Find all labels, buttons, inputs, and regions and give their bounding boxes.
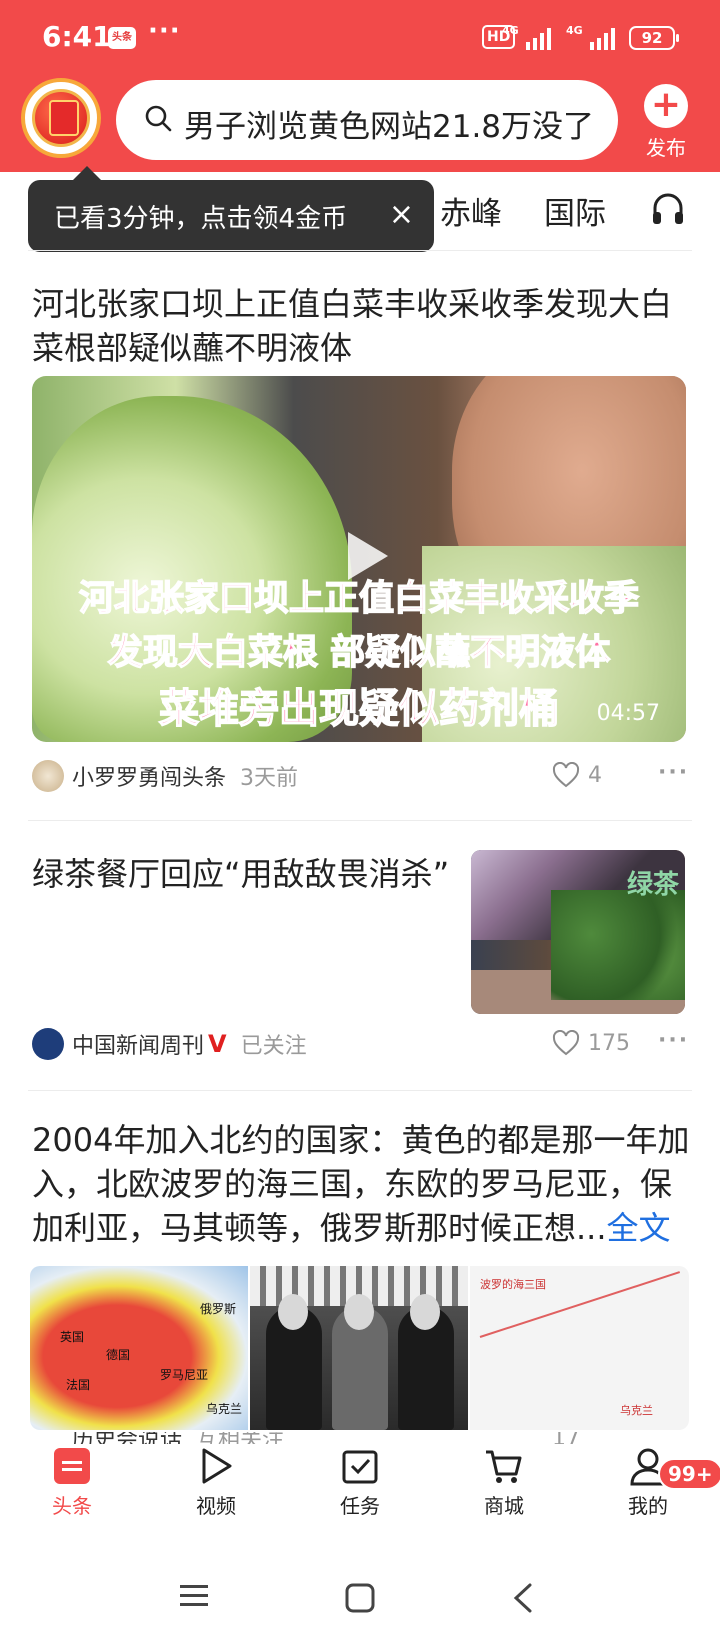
article-title[interactable]: 河北张家口坝上正值白菜丰收采收季发现大白菜根部疑似蘸不明液体 (32, 282, 696, 370)
article-meta: 小罗罗勇闯头条 3天前 (32, 756, 298, 796)
like-button[interactable]: 17 (552, 1432, 580, 1444)
cart-icon (486, 1450, 522, 1483)
video-duration: 04:57 (596, 701, 660, 726)
headphone-icon[interactable] (650, 190, 686, 226)
like-count: 175 (588, 1030, 630, 1056)
article-title[interactable]: 2004年加入北约的国家：黄色的都是那一年加入，北欧波罗的海三国，东欧的罗马尼亚… (32, 1118, 696, 1250)
signal-icon: 4G (502, 24, 558, 50)
article-image-map[interactable]: 英国 法国 德国 俄罗斯 罗马尼亚 乌克兰 (30, 1266, 248, 1430)
publish-time: 3天前 (240, 766, 299, 791)
back-icon[interactable] (510, 1582, 538, 1614)
publish-label: 发布 (646, 136, 686, 160)
system-nav-bar (0, 1536, 720, 1640)
signal-icon: 4G (566, 24, 622, 50)
close-icon[interactable]: × (389, 198, 414, 232)
video-caption: 菜堆旁出现疑似药剂桶 (158, 685, 560, 733)
divider (28, 250, 692, 251)
status-time: 6:41 (42, 20, 112, 53)
toutiao-icon (54, 1448, 90, 1484)
article-meta: 历史会说话 互相关注 (32, 1432, 284, 1444)
article-title[interactable]: 绿茶餐厅回应“用敌敌畏消杀” (32, 852, 452, 896)
play-icon (202, 1448, 232, 1484)
video-caption: 河北张家口坝上正值白菜丰收采收季 (78, 578, 640, 620)
home-icon[interactable] (344, 1582, 376, 1614)
source-name[interactable]: 中国新闻周刊 (72, 1028, 204, 1060)
toutiao-app-icon: 头条 (108, 27, 136, 49)
like-count: 17 (552, 1432, 580, 1444)
red-envelope-icon (32, 89, 90, 147)
divider (28, 1090, 692, 1091)
nav-video[interactable]: 视频 (171, 1446, 261, 1519)
search-suggestion: 男子浏览黄色网站21.8万没了 (184, 109, 595, 145)
publish-button[interactable]: + 发布 (640, 84, 692, 161)
header: 6:41 头条 ··· HD 4G 4G 92 男子浏览黄色网站21.8万没了 … (0, 0, 720, 172)
status-overflow-icon: ··· (148, 16, 181, 46)
video-caption: 发现大白菜根 部疑似蘸不明液体 (107, 632, 611, 674)
follow-status[interactable]: 已关注 (241, 1028, 307, 1060)
article-thumbnail[interactable]: 绿茶 (471, 850, 685, 1014)
notification-badge: 99+ (658, 1458, 720, 1490)
red-envelope-button[interactable] (21, 78, 101, 158)
divider (28, 820, 692, 821)
tooltip-text: 已看3分钟，点击领4金币 (54, 203, 348, 234)
follow-status[interactable]: 互相关注 (196, 1432, 284, 1444)
plus-icon: + (644, 84, 688, 128)
like-count: 4 (588, 762, 602, 788)
heart-icon (552, 762, 580, 788)
article-image-photo[interactable] (250, 1266, 468, 1430)
bottom-nav: 头条 视频 任务 商城 我的 (0, 1444, 720, 1536)
article-title-text: 2004年加入北约的国家：黄色的都是那一年加入，北欧波罗的海三国，东欧的罗马尼亚… (32, 1121, 690, 1247)
heart-icon (552, 1030, 580, 1056)
search-icon (145, 105, 172, 132)
task-icon (342, 1450, 378, 1484)
nav-task[interactable]: 任务 (315, 1446, 405, 1519)
source-avatar[interactable] (32, 1028, 64, 1060)
more-options-icon[interactable]: ··· (658, 1028, 689, 1053)
verified-badge: V (208, 1030, 227, 1058)
app-screen: 6:41 头条 ··· HD 4G 4G 92 男子浏览黄色网站21.8万没了 … (0, 0, 720, 1640)
nav-toutiao[interactable]: 头条 (27, 1446, 117, 1519)
status-bar: 6:41 头条 ··· HD 4G 4G 92 (0, 0, 720, 74)
reward-tooltip[interactable]: 已看3分钟，点击领4金币 × (28, 166, 434, 252)
nav-mall[interactable]: 商城 (459, 1446, 549, 1519)
video-thumbnail[interactable]: 河北张家口坝上正值白菜丰收采收季 发现大白菜根 部疑似蘸不明液体 菜堆旁出现疑似… (32, 376, 686, 742)
like-button[interactable]: 175 (552, 1030, 630, 1056)
more-options-icon[interactable]: ··· (658, 760, 689, 785)
tab-international[interactable]: 国际 (544, 188, 606, 233)
source-name[interactable]: 历史会说话 (72, 1432, 182, 1444)
article-meta: 中国新闻周刊 V 已关注 (32, 1024, 307, 1064)
read-full-link[interactable]: 全文 (607, 1209, 671, 1247)
tab-chifeng[interactable]: 赤峰 (440, 188, 502, 233)
source-avatar[interactable] (32, 760, 64, 792)
article-image-map[interactable]: 波罗的海三国 乌克兰 (470, 1266, 689, 1430)
thumbnail-sign: 绿茶 (626, 870, 679, 900)
menu-icon[interactable] (178, 1582, 210, 1610)
search-bar[interactable]: 男子浏览黄色网站21.8万没了 (116, 80, 618, 160)
battery-icon: 92 (629, 26, 679, 50)
source-name[interactable]: 小罗罗勇闯头条 (72, 760, 226, 792)
like-button[interactable]: 4 (552, 762, 602, 788)
